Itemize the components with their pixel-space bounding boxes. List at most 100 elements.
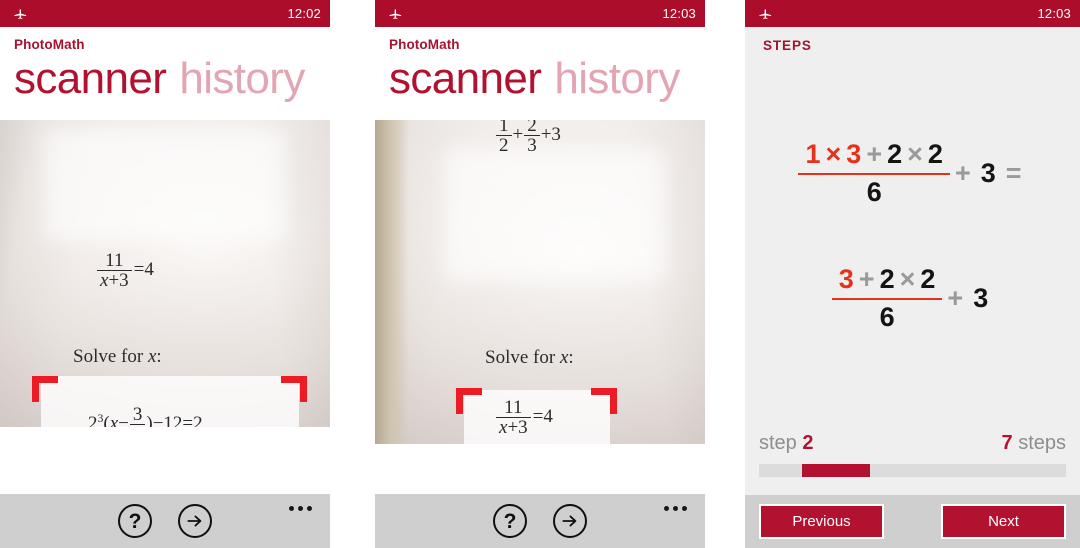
scan-bracket-top-left: [456, 388, 482, 414]
step1-num-term-3: 2: [887, 139, 903, 169]
progress-area: step 2 7 steps: [745, 432, 1080, 477]
progress-bar-fill: [801, 464, 870, 477]
tab-scanner[interactable]: scanner: [14, 54, 167, 103]
help-button[interactable]: ?: [493, 504, 527, 538]
step2-num-op-2: ×: [899, 263, 916, 294]
paper-shading: [375, 120, 705, 444]
printed-equation-top: 1 2 +2 3 +3: [495, 120, 561, 156]
printed-prompt: Solve for x:: [73, 346, 162, 367]
scan-bracket-top-right: [591, 388, 617, 414]
next-button[interactable]: Next: [941, 504, 1066, 539]
ellipsis-icon: [289, 506, 294, 511]
status-time: 12:02: [287, 6, 321, 21]
status-time: 12:03: [1037, 6, 1071, 21]
total-steps-number: 7: [1001, 432, 1013, 454]
progress-labels: step 2 7 steps: [759, 432, 1066, 455]
book-edge-shadow: [375, 120, 409, 444]
current-step-number: 2: [802, 432, 814, 454]
previous-button[interactable]: Previous: [759, 504, 884, 539]
question-mark-icon: ?: [128, 509, 142, 533]
status-bar: 12:03: [745, 0, 1080, 27]
status-bar: 12:03: [375, 0, 705, 27]
printed-prompt: Solve for x:: [485, 347, 574, 368]
printed-scanned-equation: 11 x+3 =4: [495, 398, 553, 438]
steps-screen: STEPS 1 × 3 +2 × 2 6 +3 = 3 + 2 × 2 6 + …: [745, 27, 1080, 548]
status-time: 12:03: [662, 6, 696, 21]
step2-num-term-1: 3: [838, 263, 854, 294]
printed-scanned-equation: 23(x−34)−12=2: [88, 405, 203, 427]
tab-scanner[interactable]: scanner: [389, 54, 542, 103]
light-patch: [445, 150, 665, 280]
pivot-header: scanner history: [389, 57, 705, 101]
step1-trailing-term: 3: [980, 158, 996, 189]
step1-trailing-op-1: +: [954, 158, 971, 189]
steps-action-bar: Previous Next: [745, 495, 1080, 548]
step1-num-term-4: 2: [927, 139, 943, 169]
page-title: STEPS: [763, 38, 812, 53]
step2-fraction: 3 +2 × 2 6: [831, 264, 943, 334]
step2-num-term-2: 2: [879, 263, 895, 294]
camera-viewfinder[interactable]: 11x+3=4 Solve for x: 23(x−34)−12=2 x =: [0, 120, 330, 427]
ellipsis-icon: [682, 506, 687, 511]
paper-shading-2: [375, 120, 705, 444]
phone-panel-steps: 12:03 STEPS 1 × 3 +2 × 2 6 +3 = 3 + 2 × …: [745, 0, 1080, 548]
step2-trailing-op: +: [947, 283, 964, 314]
pivot-header: scanner history: [14, 57, 330, 101]
steps-word: steps: [1018, 432, 1066, 454]
camera-viewfinder[interactable]: 12+23+3 Solve for x: 11x+3=4 x = -1 4: [375, 120, 705, 444]
scan-bracket-top-right: [281, 376, 307, 402]
step-word: step: [759, 432, 797, 454]
ellipsis-icon: [307, 506, 312, 511]
step1-denominator: 6: [798, 172, 950, 209]
app-header: PhotoMath scanner history: [375, 27, 705, 120]
question-mark-icon: ?: [503, 509, 517, 533]
step2-num-term-3: 2: [920, 263, 936, 294]
airplane-mode-icon: [389, 9, 402, 19]
arrow-right-icon: [562, 515, 577, 527]
ellipsis-icon: [673, 506, 678, 511]
tab-history[interactable]: history: [179, 54, 305, 103]
ellipsis-icon: [664, 506, 669, 511]
step1-numerator: 1 × 3 +2 × 2: [798, 139, 949, 173]
light-patch: [45, 130, 285, 240]
tab-history[interactable]: history: [554, 54, 680, 103]
steps-header: STEPS: [745, 27, 1080, 67]
step1-fraction: 1 × 3 +2 × 2 6: [798, 139, 950, 209]
step2-trailing-term: 3: [973, 283, 989, 314]
step1-num-term-2: 3: [846, 139, 862, 169]
step1-num-op-2: +: [866, 139, 883, 169]
arrow-right-icon: [187, 515, 202, 527]
step-equation-2: 3 +2 × 2 6 +3: [745, 264, 1080, 334]
app-title: PhotoMath: [14, 37, 85, 52]
progress-bar-track[interactable]: [759, 464, 1066, 477]
step2-numerator: 3 +2 × 2: [832, 264, 943, 298]
overflow-menu-button[interactable]: [664, 506, 687, 511]
bottom-app-bar: ?: [375, 494, 705, 548]
step2-num-op-1: +: [858, 263, 875, 294]
printed-equation-top: 11 x+3 =4: [96, 251, 154, 291]
step1-trailing-equals: =: [1005, 158, 1022, 189]
step1-num-term-1: 1: [805, 139, 821, 169]
help-button[interactable]: ?: [118, 504, 152, 538]
overflow-menu-button[interactable]: [289, 506, 312, 511]
screenshot-stage: 12:02 PhotoMath scanner history 11 x+3 =4 S…: [0, 0, 1080, 548]
bottom-app-bar: ?: [0, 494, 330, 548]
status-bar: 12:02: [0, 0, 330, 27]
capture-next-button[interactable]: [178, 504, 212, 538]
ellipsis-icon: [298, 506, 303, 511]
scan-bracket-top-left: [32, 376, 58, 402]
capture-next-button[interactable]: [553, 504, 587, 538]
step1-num-op-1: ×: [825, 139, 842, 169]
total-steps-label: 7 steps: [1002, 432, 1067, 455]
step-equation-1: 1 × 3 +2 × 2 6 +3 =: [745, 139, 1080, 209]
app-header: PhotoMath scanner history: [0, 27, 330, 120]
airplane-mode-icon: [759, 9, 772, 19]
current-step-label: step 2: [759, 432, 814, 455]
step1-num-op-3: ×: [907, 139, 923, 169]
phone-panel-scanner-2: 12:03 PhotoMath scanner history 1 2 +2 3 +3 S…: [375, 0, 705, 548]
airplane-mode-icon: [14, 9, 27, 19]
phone-panel-scanner-1: 12:02 PhotoMath scanner history 11 x+3 =4 S…: [0, 0, 330, 548]
steps-equation-area: 1 × 3 +2 × 2 6 +3 = 3 +2 × 2 6 +3: [745, 67, 1080, 432]
app-title: PhotoMath: [389, 37, 460, 52]
step2-denominator: 6: [831, 297, 943, 334]
